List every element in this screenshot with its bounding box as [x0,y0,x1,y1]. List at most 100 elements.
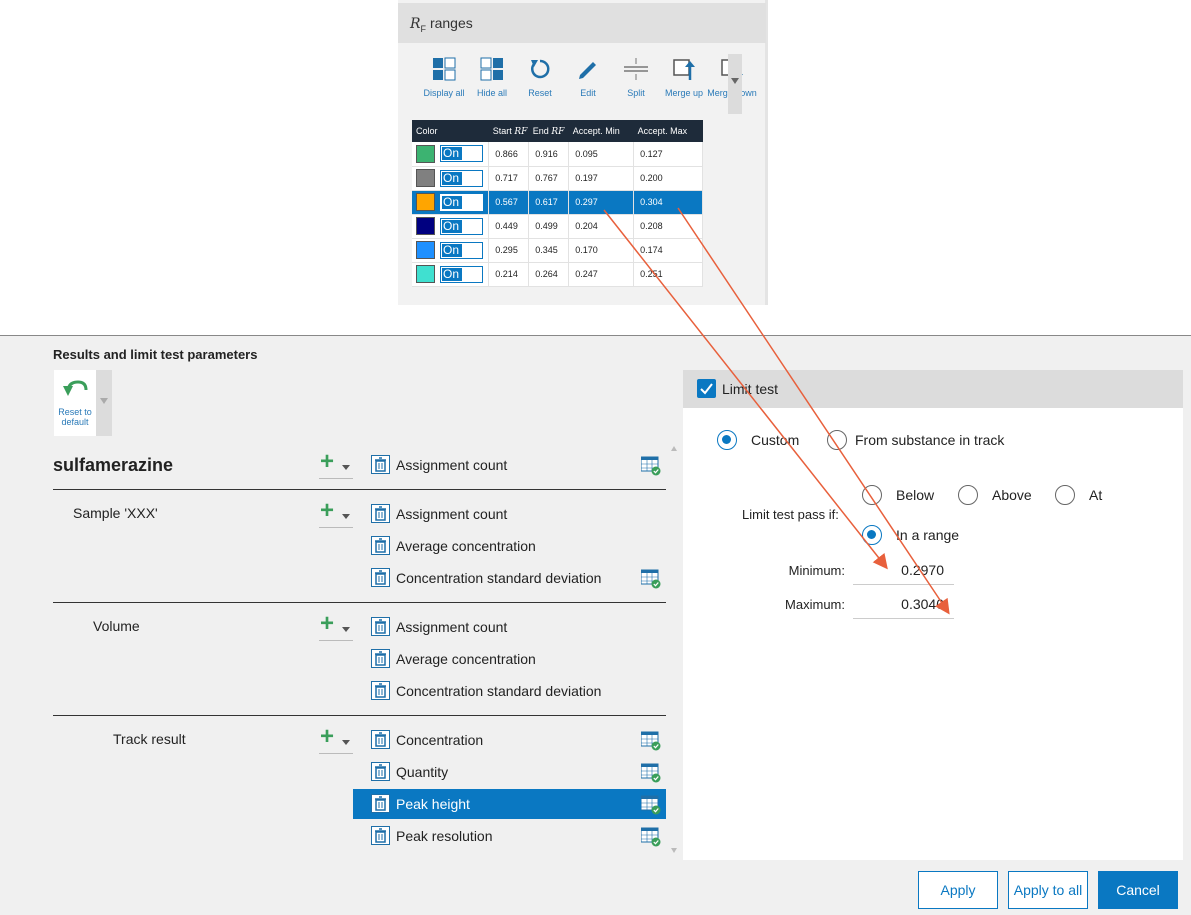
visibility-toggle[interactable]: On [440,193,483,211]
toggle-label: On [442,147,462,161]
accept-min-cell[interactable]: 0.095 [568,142,635,167]
result-row[interactable]: Average concentration [353,531,666,561]
end-rf-cell[interactable]: 0.617 [528,190,570,215]
limit-test-checkbox[interactable] [697,379,716,398]
toolbar-overflow-button[interactable] [728,54,742,114]
radio-in-range[interactable] [862,525,882,545]
accept-max-cell[interactable]: 0.208 [633,214,703,239]
scroll-down-arrow[interactable] [671,848,677,853]
table-check-icon[interactable] [640,827,661,847]
accept-max-cell[interactable]: 0.200 [633,166,703,191]
accept-min-cell[interactable]: 0.170 [568,238,635,263]
start-rf-cell[interactable]: 0.295 [488,238,530,263]
add-result-button[interactable]: + [319,611,353,641]
radio-from-substance[interactable] [827,430,847,450]
result-row[interactable]: Concentration standard deviation [353,676,666,706]
accept-max-cell[interactable]: 0.174 [633,238,703,263]
result-row[interactable]: Concentration [353,725,666,755]
start-rf-cell[interactable]: 0.717 [488,166,530,191]
edit-button[interactable]: Edit [564,54,612,104]
color-swatch[interactable] [416,217,435,235]
trash-icon[interactable] [371,762,390,781]
result-row[interactable]: Assignment count [353,499,666,529]
reset-button[interactable]: Reset [516,54,564,104]
color-swatch[interactable] [416,265,435,283]
table-check-icon[interactable] [640,795,661,815]
trash-icon[interactable] [371,536,390,555]
result-row[interactable]: Assignment count [353,612,666,642]
trash-icon[interactable] [371,649,390,668]
add-result-button[interactable]: + [319,498,353,528]
end-rf-cell[interactable]: 0.499 [528,214,570,239]
trash-icon[interactable] [371,681,390,700]
apply-button[interactable]: Apply [918,871,998,909]
merge-up-button[interactable]: Merge up [660,54,708,104]
accept-max-cell[interactable]: 0.304 [633,190,703,215]
reset-to-default-button[interactable]: Reset to default [54,370,96,436]
accept-min-cell[interactable]: 0.197 [568,166,635,191]
result-row[interactable]: Peak height [353,789,666,819]
reset-overflow-button[interactable] [96,370,112,436]
accept-max-cell[interactable]: 0.127 [633,142,703,167]
color-swatch[interactable] [416,241,435,259]
rf-table-row[interactable]: On 0.214 0.264 0.247 0.251 [412,262,703,287]
radio-at[interactable] [1055,485,1075,505]
result-row[interactable]: Quantity [353,757,666,787]
hide-all-button[interactable]: Hide all [468,54,516,104]
minimum-input[interactable]: 0.2970 [853,555,954,585]
add-result-button[interactable]: + [319,724,353,754]
rf-table-row[interactable]: On 0.866 0.916 0.095 0.127 [412,142,703,167]
table-check-icon[interactable] [640,731,661,751]
result-row[interactable]: Assignment count [353,450,666,480]
color-swatch[interactable] [416,169,435,187]
color-swatch[interactable] [416,193,435,211]
start-rf-cell[interactable]: 0.567 [488,190,530,215]
start-rf-cell[interactable]: 0.449 [488,214,530,239]
accept-max-cell[interactable]: 0.251 [633,262,703,287]
result-row[interactable]: Average concentration [353,644,666,674]
display-all-button[interactable]: Display all [420,54,468,104]
trash-icon[interactable] [371,568,390,587]
visibility-toggle[interactable]: On [440,241,483,259]
split-button[interactable]: Split [612,54,660,104]
trash-icon[interactable] [371,794,390,813]
visibility-toggle[interactable]: On [440,169,483,187]
add-result-button[interactable]: + [319,449,353,479]
radio-below[interactable] [862,485,882,505]
chevron-down-icon [342,740,350,745]
maximum-input[interactable]: 0.3040 [853,589,954,619]
result-row[interactable]: Peak resolution [353,821,666,851]
radio-from-substance-label: From substance in track [855,432,1005,448]
start-rf-cell[interactable]: 0.214 [488,262,530,287]
trash-icon[interactable] [371,730,390,749]
rf-table-row[interactable]: On 0.717 0.767 0.197 0.200 [412,166,703,191]
apply-to-all-button[interactable]: Apply to all [1008,871,1088,909]
trash-icon[interactable] [371,826,390,845]
accept-min-cell[interactable]: 0.204 [568,214,635,239]
accept-min-cell[interactable]: 0.247 [568,262,635,287]
table-check-icon[interactable] [640,456,661,476]
rf-table-row[interactable]: On 0.567 0.617 0.297 0.304 [412,190,703,215]
table-check-icon[interactable] [640,763,661,783]
rf-table-row[interactable]: On 0.449 0.499 0.204 0.208 [412,214,703,239]
accept-min-cell[interactable]: 0.297 [568,190,635,215]
visibility-toggle[interactable]: On [440,217,483,235]
rf-table-row[interactable]: On 0.295 0.345 0.170 0.174 [412,238,703,263]
end-rf-cell[interactable]: 0.767 [528,166,570,191]
trash-icon[interactable] [371,504,390,523]
radio-custom[interactable] [717,430,737,450]
visibility-toggle[interactable]: On [440,145,483,163]
table-check-icon[interactable] [640,569,661,589]
visibility-toggle[interactable]: On [440,265,483,283]
trash-icon[interactable] [371,617,390,636]
cancel-button[interactable]: Cancel [1098,871,1178,909]
end-rf-cell[interactable]: 0.916 [528,142,570,167]
scroll-up-arrow[interactable] [671,446,677,451]
color-swatch[interactable] [416,144,435,163]
end-rf-cell[interactable]: 0.345 [528,238,570,263]
result-row[interactable]: Concentration standard deviation [353,563,666,593]
radio-above[interactable] [958,485,978,505]
end-rf-cell[interactable]: 0.264 [528,262,570,287]
start-rf-cell[interactable]: 0.866 [488,142,530,167]
trash-icon[interactable] [371,455,390,474]
